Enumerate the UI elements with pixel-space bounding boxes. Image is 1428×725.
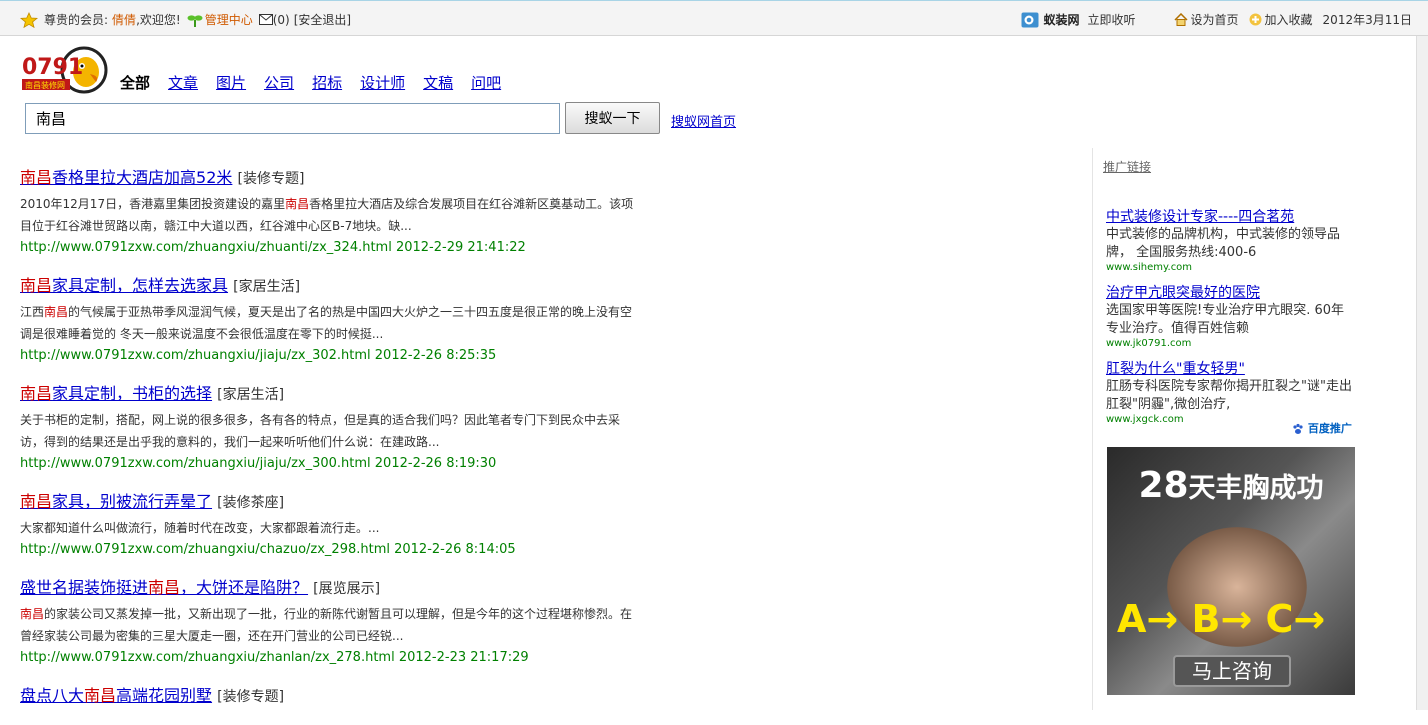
banner-headline: 28天丰胸成功 <box>1138 465 1324 506</box>
search-home-link[interactable]: 搜蚁网首页 <box>671 111 736 130</box>
result-category[interactable]: [装修专题] <box>237 171 304 187</box>
admin-center-link[interactable]: 管理中心 <box>205 11 253 28</box>
logo-mascot-icon: 0791 南昌装修网 <box>22 46 108 94</box>
tab-item[interactable]: 图片 <box>216 74 246 92</box>
greeting-text: 尊贵的会员: <box>44 13 109 27</box>
scrollbar[interactable] <box>1416 36 1428 710</box>
top-bar: 尊贵的会员: 倩倩 ,欢迎您! 管理中心 (0) [安全退出] 蚁装网 立即收听… <box>0 0 1428 36</box>
result-url[interactable]: http://www.0791zxw.com/zhuangxiu/jiaju/z… <box>20 454 640 474</box>
tab-item[interactable]: 公司 <box>264 74 294 92</box>
search-button[interactable]: 搜蚁一下 <box>565 102 660 134</box>
mail-icon[interactable] <box>258 14 273 25</box>
ad-description: 中式装修的品牌机构，中式装修的领导品牌， 全国服务热线:400-6 <box>1106 227 1341 260</box>
result-snippet: 南昌的家装公司又蒸发掉一批，又新出现了一批，行业的新陈代谢暂且可以理解，但是今年… <box>20 607 633 643</box>
tab-item[interactable]: 全部 <box>120 74 150 92</box>
ad-item[interactable]: 中式装修设计专家----四合茗苑 中式装修的品牌机构，中式装修的领导品牌， 全国… <box>1106 206 1356 274</box>
add-favorite-icon <box>1249 13 1262 26</box>
logout-link[interactable]: [安全退出] <box>294 11 351 28</box>
result-title[interactable]: 盛世名据装饰挺进南昌，大饼还是陷阱？ [展览展示] <box>20 578 640 599</box>
result-snippet: 江西南昌的气候属于亚热带季风湿润气候，夏天是出了名的热是中国四大火炉之一三十四五… <box>20 305 633 341</box>
site-name[interactable]: 蚁装网 <box>1043 11 1079 28</box>
search-results: 南昌香格里拉大酒店加高52米 [装修专题] 2010年12月17日，香港嘉里集团投… <box>20 168 640 725</box>
ad-title[interactable]: 治疗甲亢眼突最好的医院 <box>1106 285 1260 301</box>
result-snippet: 大家都知道什么叫做流行，随着时代在改变，大家都跟着流行走。... <box>20 521 380 535</box>
tab-item[interactable]: 文章 <box>168 74 198 92</box>
result-item: 南昌香格里拉大酒店加高52米 [装修专题] 2010年12月17日，香港嘉里集团投… <box>20 168 640 258</box>
tab-item[interactable]: 设计师 <box>360 74 405 92</box>
tab-item[interactable]: 招标 <box>312 74 342 92</box>
star-icon <box>20 11 38 28</box>
baidu-promo-label[interactable]: 百度推广 <box>1292 420 1352 436</box>
ad-title[interactable]: 中式装修设计专家----四合茗苑 <box>1106 209 1294 225</box>
sprout-icon <box>187 14 203 27</box>
paw-icon <box>1293 423 1303 434</box>
search-tabs: 全部 文章 图片 公司 招标 设计师 文稿 问吧 <box>120 72 519 93</box>
ad-description: 选国家甲等医院!专业治疗甲亢眼突. 60年专业治疗。值得百姓信赖 <box>1106 303 1345 336</box>
result-category[interactable]: [装修专题] <box>217 689 284 705</box>
result-category[interactable]: [家居生活] <box>233 279 300 295</box>
result-title[interactable]: 南昌香格里拉大酒店加高52米 [装修专题] <box>20 168 640 189</box>
banner-abc: A→ B→ C→ <box>1117 597 1326 641</box>
username-link[interactable]: 倩倩 <box>112 11 136 28</box>
banner-consult-button[interactable]: 马上咨询 <box>1173 655 1291 687</box>
home-icon <box>1173 13 1188 26</box>
site-logo-icon <box>1021 12 1039 27</box>
result-url[interactable]: http://www.0791zxw.com/zhuangxiu/zhuanti… <box>20 238 640 258</box>
svg-text:0791: 0791 <box>22 55 83 80</box>
date-text: 2012年3月11日 <box>1322 13 1412 27</box>
ad-url[interactable]: www.sihemy.com <box>1106 262 1356 274</box>
ad-banner[interactable]: 28天丰胸成功 A→ B→ C→ 马上咨询 <box>1107 447 1355 695</box>
mail-count[interactable]: (0) <box>273 13 290 27</box>
ad-title[interactable]: 肛裂为什么"重女轻男" <box>1106 361 1245 377</box>
tab-item[interactable]: 文稿 <box>423 74 453 92</box>
site-logo[interactable]: 0791 南昌装修网 <box>20 46 108 94</box>
ad-item[interactable]: 治疗甲亢眼突最好的医院 选国家甲等医院!专业治疗甲亢眼突. 60年专业治疗。值得… <box>1106 282 1356 350</box>
result-url[interactable]: http://www.0791zxw.com/zhuangxiu/chazuo/… <box>20 540 640 560</box>
add-favorites-link[interactable]: 加入收藏 <box>1265 11 1313 28</box>
result-item: 南昌家具定制，怎样去选家具 [家居生活] 江西南昌的气候属于亚热带季风湿润气候，夏… <box>20 276 640 366</box>
search-input[interactable] <box>25 103 560 134</box>
ad-item[interactable]: 肛裂为什么"重女轻男" 肛肠专科医院专家帮你揭开肛裂之"谜"走出肛裂"阴霾",微… <box>1106 358 1356 426</box>
result-item: 南昌家具定制，书柜的选择 [家居生活] 关于书柜的定制，搭配，网上说的很多很多，各… <box>20 384 640 474</box>
result-title[interactable]: 南昌家具，别被流行弄晕了 [装修茶座] <box>20 492 640 513</box>
result-url[interactable]: http://www.0791zxw.com/zhuangxiu/zhanlan… <box>20 648 640 668</box>
baidu-label-text: 百度推广 <box>1307 422 1352 435</box>
follow-link[interactable]: 立即收听 <box>1088 11 1136 28</box>
welcome-text: ,欢迎您! <box>136 13 181 27</box>
svg-text:南昌装修网: 南昌装修网 <box>25 80 65 90</box>
result-snippet: 关于书柜的定制，搭配，网上说的很多很多，各有各的特点，但是真的适合我们吗？因此笔… <box>20 413 621 449</box>
result-title[interactable]: 盘点八大南昌高端花园别墅 [装修专题] <box>20 686 640 707</box>
result-item: 盛世名据装饰挺进南昌，大饼还是陷阱？ [展览展示] 南昌的家装公司又蒸发掉一批，又… <box>20 578 640 668</box>
result-title[interactable]: 南昌家具定制，书柜的选择 [家居生活] <box>20 384 640 405</box>
result-category[interactable]: [家居生活] <box>217 387 284 403</box>
column-divider <box>1092 148 1093 710</box>
result-url[interactable]: http://www.0791zxw.com/zhuangxiu/jiaju/z… <box>20 346 640 366</box>
result-snippet: 2010年12月17日，香港嘉里集团投资建设的嘉里南昌香格里拉大酒店及综合发展项… <box>20 197 634 233</box>
result-category[interactable]: [装修茶座] <box>217 495 284 511</box>
result-item: 南昌家具，别被流行弄晕了 [装修茶座] 大家都知道什么叫做流行，随着时代在改变，大… <box>20 492 640 560</box>
ad-description: 肛肠专科医院专家帮你揭开肛裂之"谜"走出肛裂"阴霾",微创治疗, <box>1106 379 1352 412</box>
ad-url[interactable]: www.jk0791.com <box>1106 338 1356 350</box>
result-item: 盘点八大南昌高端花园别墅 [装修专题] <box>20 686 640 707</box>
tab-item[interactable]: 问吧 <box>471 74 501 92</box>
result-category[interactable]: [展览展示] <box>313 581 380 597</box>
set-homepage-link[interactable]: 设为首页 <box>1191 11 1239 28</box>
promo-links-heading[interactable]: 推广链接 <box>1103 158 1151 175</box>
result-title[interactable]: 南昌家具定制，怎样去选家具 [家居生活] <box>20 276 640 297</box>
